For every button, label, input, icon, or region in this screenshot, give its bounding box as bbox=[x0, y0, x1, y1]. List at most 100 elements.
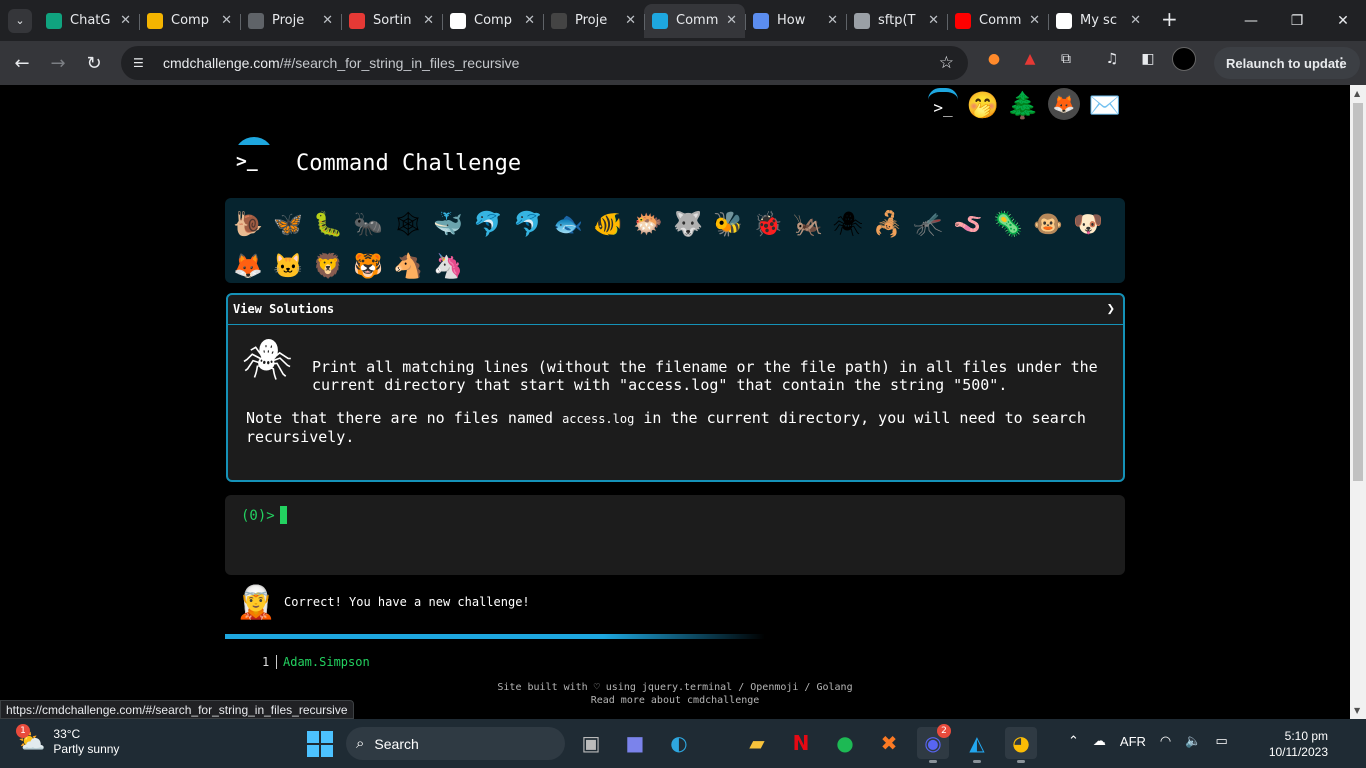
close-tab-icon[interactable]: ✕ bbox=[120, 13, 131, 28]
challenge-animal-icon[interactable]: 🦂 bbox=[868, 203, 908, 245]
browser-tab[interactable]: Proje ✕ bbox=[240, 4, 341, 38]
challenge-animal-icon[interactable]: 🦠 bbox=[988, 203, 1028, 245]
challenge-animal-icon[interactable]: 🪱 bbox=[948, 203, 988, 245]
battery-icon[interactable]: ▭ bbox=[1215, 733, 1227, 749]
xampp-icon[interactable]: ✖ bbox=[873, 727, 905, 759]
browser-tab[interactable]: ChatG ✕ bbox=[38, 4, 139, 38]
terminal-input[interactable]: (0)> bbox=[225, 495, 1125, 575]
tab-search-button[interactable]: ⌄ bbox=[8, 8, 32, 33]
discord-icon[interactable]: ◉ 2 bbox=[917, 724, 951, 763]
challenge-animal-icon[interactable]: 🐌 bbox=[228, 203, 268, 245]
challenge-animal-icon[interactable]: 🦊 bbox=[228, 245, 268, 287]
close-tab-icon[interactable]: ✕ bbox=[322, 13, 333, 28]
challenge-animal-icon[interactable]: 🕷 bbox=[828, 203, 868, 245]
relaunch-to-update-button[interactable]: Relaunch to update ⋮ bbox=[1214, 47, 1360, 79]
challenge-animal-icon[interactable]: 🐱 bbox=[268, 245, 308, 287]
maximize-button[interactable]: ❐ bbox=[1274, 0, 1320, 41]
side-panel-icon[interactable]: ◧ bbox=[1136, 47, 1160, 71]
chrome-icon[interactable]: ◕ bbox=[1005, 727, 1037, 763]
challenge-animal-icon[interactable]: 🦁 bbox=[308, 245, 348, 287]
challenge-animal-icon[interactable]: 🐞 bbox=[748, 203, 788, 245]
cmdchallenge-terminal-icon[interactable]: >_ bbox=[928, 88, 958, 122]
challenge-animal-icon[interactable]: 🐛 bbox=[308, 203, 348, 245]
challenge-animal-icon[interactable]: 🐟 bbox=[548, 203, 588, 245]
challenge-animal-icon[interactable]: 🐵 bbox=[1028, 203, 1068, 245]
more-menu-icon[interactable]: ⋮ bbox=[1335, 55, 1348, 71]
page-scrollbar[interactable]: ▲ ▼ bbox=[1350, 85, 1366, 719]
taskbar-search[interactable]: ⌕ Search bbox=[346, 727, 565, 760]
close-tab-icon[interactable]: ✕ bbox=[1130, 13, 1141, 28]
teams-icon[interactable]: ■ bbox=[619, 727, 651, 759]
vscode-icon[interactable]: ◭ bbox=[961, 727, 993, 763]
volume-icon[interactable]: 🔈 bbox=[1185, 733, 1201, 749]
challenge-animal-icon[interactable]: 🐜 bbox=[348, 203, 388, 245]
wifi-icon[interactable]: ◠ bbox=[1160, 733, 1171, 749]
browser-tab[interactable]: How ✕ bbox=[745, 4, 846, 38]
challenge-animal-icon[interactable]: 🦄 bbox=[428, 245, 468, 287]
close-tab-icon[interactable]: ✕ bbox=[625, 13, 636, 28]
close-tab-icon[interactable]: ✕ bbox=[928, 13, 939, 28]
challenge-animal-icon[interactable]: 🐬 bbox=[508, 203, 548, 245]
browser-tab[interactable]: Proje ✕ bbox=[543, 4, 644, 38]
minimize-button[interactable]: — bbox=[1228, 0, 1274, 41]
weather-widget[interactable]: ⛅ 1 33°C Partly sunny bbox=[16, 723, 119, 757]
challenge-animal-icon[interactable]: 🐠 bbox=[588, 203, 628, 245]
reload-button[interactable]: ↻ bbox=[76, 45, 112, 81]
onedrive-cloud-icon[interactable]: ☁ bbox=[1093, 733, 1106, 749]
netflix-icon[interactable]: N bbox=[785, 727, 817, 759]
shush-face-icon[interactable]: 🤭 bbox=[967, 88, 999, 124]
browser-tab[interactable]: sftp(T ✕ bbox=[846, 4, 947, 38]
bookmark-star-icon[interactable]: ☆ bbox=[939, 53, 954, 73]
browser-tab[interactable]: Comp ✕ bbox=[442, 4, 543, 38]
browser-tab[interactable]: My sc ✕ bbox=[1048, 4, 1149, 38]
view-solutions-toggle[interactable]: View Solutions ❯ bbox=[228, 295, 1123, 325]
close-tab-icon[interactable]: ✕ bbox=[1029, 13, 1040, 28]
address-bar[interactable]: ☰ cmdchallenge.com/#/search_for_string_i… bbox=[121, 46, 968, 80]
browser-tab[interactable]: Comm ✕ bbox=[644, 3, 745, 38]
edge-icon[interactable]: ◐ bbox=[663, 727, 695, 759]
language-indicator[interactable]: AFR bbox=[1120, 734, 1146, 749]
browser-tab[interactable]: Comm ✕ bbox=[947, 4, 1048, 38]
challenge-animal-icon[interactable]: 🐡 bbox=[628, 203, 668, 245]
browser-tab[interactable]: Comp ✕ bbox=[139, 4, 240, 38]
new-tab-button[interactable]: + bbox=[1161, 7, 1178, 31]
challenge-animal-icon[interactable]: 🐬 bbox=[468, 203, 508, 245]
forward-button[interactable]: → bbox=[40, 45, 76, 81]
pdf-extension-icon[interactable]: ▲ bbox=[1018, 47, 1042, 71]
media-control-icon[interactable]: ♫ bbox=[1100, 47, 1124, 71]
file-explorer-icon[interactable]: ▰ bbox=[741, 727, 773, 759]
back-button[interactable]: ← bbox=[4, 45, 40, 81]
envelope-icon[interactable]: ✉️ bbox=[1089, 88, 1121, 124]
task-view-icon[interactable]: ▣ bbox=[575, 727, 607, 759]
challenge-animal-icon[interactable]: 🦋 bbox=[268, 203, 308, 245]
extension-orange-icon[interactable]: ● bbox=[982, 47, 1006, 71]
tree-icon[interactable]: 🌲 bbox=[1007, 88, 1039, 124]
close-tab-icon[interactable]: ✕ bbox=[524, 13, 535, 28]
close-tab-icon[interactable]: ✕ bbox=[827, 13, 838, 28]
spotify-icon[interactable]: ● bbox=[829, 727, 861, 759]
close-tab-icon[interactable]: ✕ bbox=[423, 13, 434, 28]
leaderboard-name[interactable]: Adam.Simpson bbox=[283, 655, 370, 669]
gitlab-icon[interactable]: 🦊 bbox=[1048, 88, 1080, 120]
challenge-animal-icon[interactable]: 🐯 bbox=[348, 245, 388, 287]
start-button[interactable] bbox=[307, 731, 333, 757]
chevron-right-icon[interactable]: ❯ bbox=[1107, 301, 1115, 317]
close-tab-icon[interactable]: ✕ bbox=[726, 13, 737, 28]
challenge-animal-icon[interactable]: 🕸 bbox=[388, 203, 428, 245]
close-tab-icon[interactable]: ✕ bbox=[221, 13, 232, 28]
challenge-animal-icon[interactable]: 🐴 bbox=[388, 245, 428, 287]
show-hidden-icons-icon[interactable]: ⌃ bbox=[1068, 733, 1079, 749]
challenge-animal-icon[interactable]: 🦟 bbox=[908, 203, 948, 245]
browser-tab[interactable]: Sortin ✕ bbox=[341, 4, 442, 38]
read-more-link[interactable]: Read more about cmdchallenge bbox=[400, 694, 950, 707]
site-info-icon[interactable]: ☰ bbox=[133, 56, 149, 70]
profile-avatar[interactable] bbox=[1172, 47, 1196, 71]
close-window-button[interactable]: ✕ bbox=[1320, 0, 1366, 41]
challenge-animal-icon[interactable]: 🐶 bbox=[1068, 203, 1108, 245]
taskbar-clock[interactable]: 5:10 pm 10/11/2023 bbox=[1258, 728, 1328, 760]
puzzle-extensions-icon[interactable]: ⧉ bbox=[1054, 47, 1078, 71]
challenge-animal-icon[interactable]: 🐝 bbox=[708, 203, 748, 245]
challenge-animal-icon[interactable]: 🐳 bbox=[428, 203, 468, 245]
challenge-animal-icon[interactable]: 🐺 bbox=[668, 203, 708, 245]
challenge-animal-icon[interactable]: 🦗 bbox=[788, 203, 828, 245]
